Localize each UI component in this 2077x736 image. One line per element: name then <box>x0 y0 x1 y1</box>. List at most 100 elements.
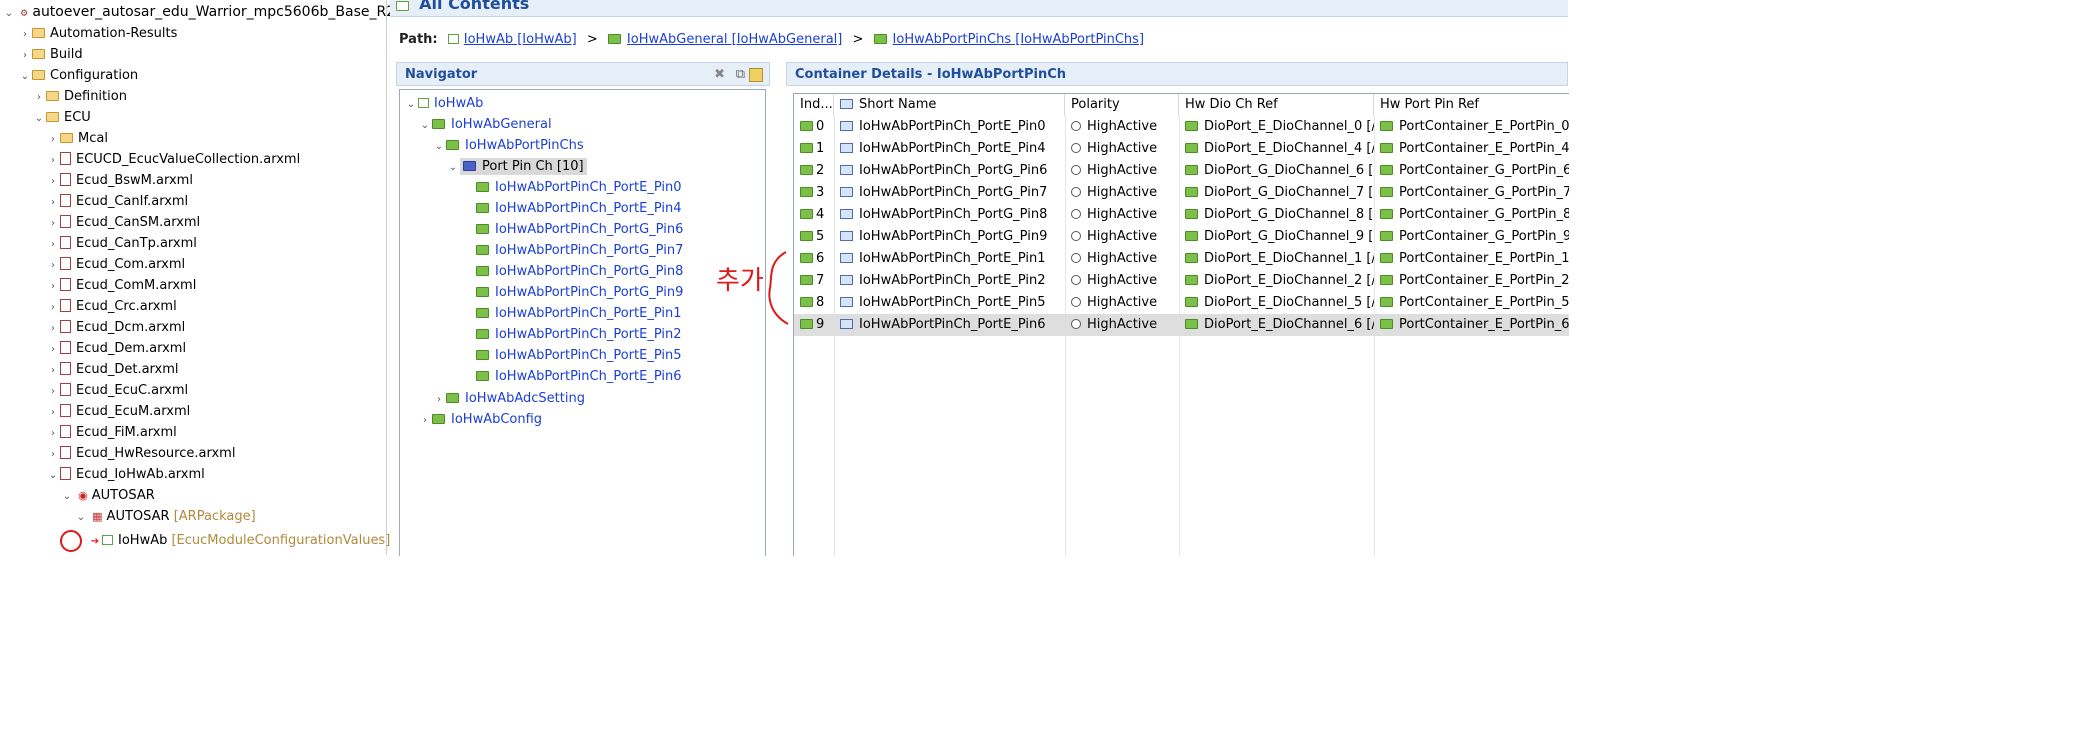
chevron-down-icon[interactable]: ⌄ <box>2 3 16 24</box>
cell-polarity-col[interactable]: HighActive <box>1065 160 1179 182</box>
cell-index-col[interactable]: 3 <box>794 182 834 204</box>
cell-port-pin-ref-col[interactable]: PortContainer_G_PortPin_9 ... <box>1374 226 1569 248</box>
cell-dio-ref-col[interactable]: DioPort_E_DioChannel_6 [/... <box>1179 314 1374 336</box>
cell-index-col[interactable]: 1 <box>794 138 834 160</box>
chevron-down-icon[interactable]: ⌄ <box>60 486 74 507</box>
tree-item-ecu[interactable]: ⌄ ECU <box>32 107 91 128</box>
tree-item-iohwab-module[interactable]: ➔ IoHwAb [EcucModuleConfigurationValues] <box>88 530 391 551</box>
nav-node-portpinch-group[interactable]: ⌄ Port Pin Ch [10] <box>446 156 587 177</box>
col-header-index[interactable]: Ind... <box>794 94 834 116</box>
chevron-right-icon[interactable]: › <box>46 129 60 150</box>
tree-item-arxml[interactable]: › Ecud_Dcm.arxml <box>46 317 185 338</box>
table-row[interactable]: 1 IoHwAbPortPinCh_PortE_Pin4 HighActive Dio… <box>794 138 1569 160</box>
tree-item-arxml[interactable]: › Ecud_ComM.arxml <box>46 275 196 296</box>
chevron-right-icon[interactable]: › <box>32 87 46 108</box>
cell-port-pin-ref-col[interactable]: PortContainer_E_PortPin_6 ... <box>1374 314 1569 336</box>
cell-port-pin-ref-col[interactable]: PortContainer_E_PortPin_1 ... <box>1374 248 1569 270</box>
cell-short-name-col[interactable]: IoHwAbPortPinCh_PortE_Pin6 <box>834 314 1065 336</box>
cell-dio-ref-col[interactable]: DioPort_G_DioChannel_7 [... <box>1179 182 1374 204</box>
cell-dio-ref-col[interactable]: DioPort_G_DioChannel_9 [... <box>1179 226 1374 248</box>
cell-polarity-col[interactable]: HighActive <box>1065 116 1179 138</box>
tree-item-arxml[interactable]: › Ecud_EcuM.arxml <box>46 401 190 422</box>
cell-short-name-col[interactable]: IoHwAbPortPinCh_PortG_Pin8 <box>834 204 1065 226</box>
tree-item-arxml[interactable]: › Ecud_BswM.arxml <box>46 170 193 191</box>
chevron-right-icon[interactable]: › <box>46 297 60 318</box>
chevron-right-icon[interactable]: › <box>418 410 432 431</box>
chevron-right-icon[interactable]: › <box>46 255 60 276</box>
chevron-right-icon[interactable]: › <box>46 192 60 213</box>
table-row[interactable]: 4 IoHwAbPortPinCh_PortG_Pin8 HighActive Dio… <box>794 204 1569 226</box>
cell-dio-ref-col[interactable]: DioPort_G_DioChannel_6 [... <box>1179 160 1374 182</box>
tree-item-definition[interactable]: › Definition <box>32 86 127 107</box>
collapse-all-icon[interactable]: ⧉ <box>736 63 745 87</box>
cell-short-name-col[interactable]: IoHwAbPortPinCh_PortG_Pin7 <box>834 182 1065 204</box>
nav-node-iohwab[interactable]: ⌄ IoHwAb <box>404 93 484 114</box>
col-header-port-pin-ref[interactable]: Hw Port Pin Ref <box>1374 94 1569 116</box>
nav-node-pin[interactable]: IoHwAbPortPinCh_PortE_Pin6 <box>476 366 682 387</box>
nav-node-pin[interactable]: IoHwAbPortPinCh_PortE_Pin4 <box>476 198 682 219</box>
cell-port-pin-ref-col[interactable]: PortContainer_E_PortPin_5 ... <box>1374 292 1569 314</box>
tree-item-automation-results[interactable]: › Automation-Results <box>18 23 177 44</box>
tree-item-autosar-root[interactable]: ⌄ ◉ AUTOSAR <box>60 485 155 506</box>
table-row[interactable]: 6 IoHwAbPortPinCh_PortE_Pin1 HighActive Dio… <box>794 248 1569 270</box>
cell-polarity-col[interactable]: HighActive <box>1065 182 1179 204</box>
tree-item-arxml[interactable]: › Ecud_Crc.arxml <box>46 296 177 317</box>
nav-node-portpinchs[interactable]: ⌄ IoHwAbPortPinChs <box>432 135 584 156</box>
col-header-polarity[interactable]: Polarity <box>1065 94 1179 116</box>
tree-item-iohwab-arxml[interactable]: ⌄ Ecud_IoHwAb.arxml <box>46 464 205 485</box>
cell-short-name-col[interactable]: IoHwAbPortPinCh_PortE_Pin4 <box>834 138 1065 160</box>
tree-item-arxml[interactable]: › Ecud_CanTp.arxml <box>46 233 197 254</box>
tree-item-arxml[interactable]: › Ecud_EcuC.arxml <box>46 380 188 401</box>
nav-node-pin[interactable]: IoHwAbPortPinCh_PortE_Pin2 <box>476 324 682 345</box>
table-row[interactable]: 0 IoHwAbPortPinCh_PortE_Pin0 HighActive Dio… <box>794 116 1569 138</box>
chevron-right-icon[interactable]: › <box>46 276 60 297</box>
chevron-down-icon[interactable]: ⌄ <box>418 115 432 136</box>
table-row[interactable]: 5 IoHwAbPortPinCh_PortG_Pin9 HighActive Dio… <box>794 226 1569 248</box>
tree-item-arxml[interactable]: › Ecud_FiM.arxml <box>46 422 177 443</box>
nav-node-pin[interactable]: IoHwAbPortPinCh_PortG_Pin6 <box>476 219 683 240</box>
cell-polarity-col[interactable]: HighActive <box>1065 292 1179 314</box>
close-icon[interactable]: ✖ <box>714 63 725 87</box>
cell-polarity-col[interactable]: HighActive <box>1065 204 1179 226</box>
breadcrumb-link-iohwab[interactable]: IoHwAb [IoHwAb] <box>464 32 577 47</box>
chevron-right-icon[interactable]: › <box>46 444 60 465</box>
cell-port-pin-ref-col[interactable]: PortContainer_G_PortPin_7 ... <box>1374 182 1569 204</box>
cell-port-pin-ref-col[interactable]: PortContainer_E_PortPin_0 ... <box>1374 116 1569 138</box>
table-row[interactable]: 2 IoHwAbPortPinCh_PortG_Pin6 HighActive Dio… <box>794 160 1569 182</box>
tree-project-root[interactable]: ⌄ ⚙ autoever_autosar_edu_Warrior_mpc5606… <box>2 2 440 23</box>
cell-index-col[interactable]: 6 <box>794 248 834 270</box>
tree-item-arxml[interactable]: › Ecud_Det.arxml <box>46 359 179 380</box>
nav-node-config[interactable]: › IoHwAbConfig <box>418 409 542 430</box>
table-row[interactable]: 8 IoHwAbPortPinCh_PortE_Pin5 HighActive Dio… <box>794 292 1569 314</box>
chevron-right-icon[interactable]: › <box>46 150 60 171</box>
tree-item-arxml[interactable]: › Ecud_HwResource.arxml <box>46 443 235 464</box>
cell-port-pin-ref-col[interactable]: PortContainer_E_PortPin_4 ... <box>1374 138 1569 160</box>
tree-item-autosar-package[interactable]: ⌄ ▦ AUTOSAR [ARPackage] <box>74 506 256 527</box>
chevron-right-icon[interactable]: › <box>46 423 60 444</box>
cell-short-name-col[interactable]: IoHwAbPortPinCh_PortE_Pin0 <box>834 116 1065 138</box>
chevron-down-icon[interactable]: ⌄ <box>74 507 88 528</box>
cell-dio-ref-col[interactable]: DioPort_E_DioChannel_2 [/... <box>1179 270 1374 292</box>
tree-item-arxml[interactable]: › Ecud_CanSM.arxml <box>46 212 200 233</box>
chevron-down-icon[interactable]: ⌄ <box>18 66 32 87</box>
chevron-right-icon[interactable]: › <box>18 24 32 45</box>
cell-index-col[interactable]: 8 <box>794 292 834 314</box>
cell-polarity-col[interactable]: HighActive <box>1065 138 1179 160</box>
tree-item-arxml[interactable]: › ECUCD_EcucValueCollection.arxml <box>46 149 300 170</box>
cell-dio-ref-col[interactable]: DioPort_E_DioChannel_5 [/... <box>1179 292 1374 314</box>
cell-short-name-col[interactable]: IoHwAbPortPinCh_PortE_Pin1 <box>834 248 1065 270</box>
chevron-right-icon[interactable]: › <box>46 339 60 360</box>
cell-dio-ref-col[interactable]: DioPort_E_DioChannel_0 [/... <box>1179 116 1374 138</box>
cell-port-pin-ref-col[interactable]: PortContainer_E_PortPin_2 ... <box>1374 270 1569 292</box>
cell-short-name-col[interactable]: IoHwAbPortPinCh_PortG_Pin6 <box>834 160 1065 182</box>
chevron-right-icon[interactable]: › <box>46 381 60 402</box>
chevron-down-icon[interactable]: ⌄ <box>432 136 446 157</box>
breadcrumb-link-general[interactable]: IoHwAbGeneral [IoHwAbGeneral] <box>627 32 842 47</box>
cell-dio-ref-col[interactable]: DioPort_E_DioChannel_1 [/... <box>1179 248 1374 270</box>
tree-item-configuration[interactable]: ⌄ Configuration <box>18 65 138 86</box>
chevron-down-icon[interactable]: ⌄ <box>46 465 60 486</box>
link-editor-icon[interactable] <box>749 68 763 82</box>
chevron-right-icon[interactable]: › <box>46 171 60 192</box>
chevron-right-icon[interactable]: › <box>46 234 60 255</box>
chevron-down-icon[interactable]: ⌄ <box>446 157 460 178</box>
